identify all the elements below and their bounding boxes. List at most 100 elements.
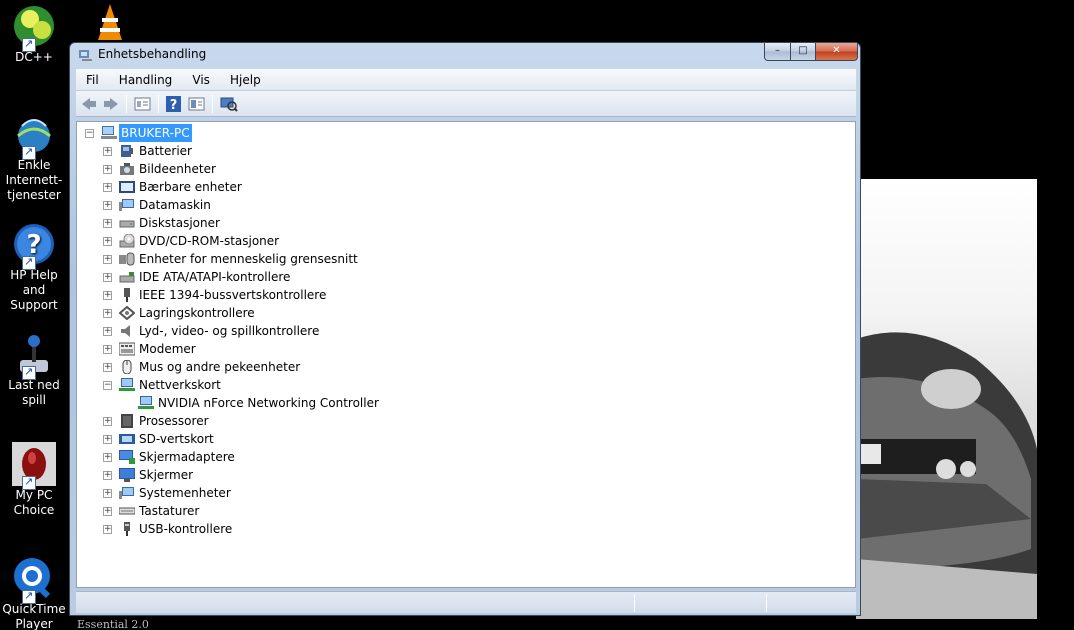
expand-toggle[interactable]: + [103,363,112,372]
ide-controller-icon [119,272,135,283]
help-icon[interactable]: ? [165,96,183,112]
tree-item-label: USB-kontrollere [139,522,233,536]
expand-toggle[interactable]: + [103,201,112,210]
tree-item-label: Enheter for menneskelig grensesnitt [139,252,358,266]
expand-toggle[interactable]: + [103,237,112,246]
tree-item-label: Nettverkskort [139,378,221,392]
maximize-button[interactable]: □ [790,43,816,61]
expand-toggle[interactable]: + [103,219,112,228]
expand-toggle[interactable]: + [103,525,112,534]
toolbar-separator [126,95,127,113]
desktop-icon-last-ned-spill[interactable]: Last ned spill [0,332,68,408]
window-title: Enhetsbehandling [98,47,207,61]
status-separator [634,594,635,612]
keyboard-icon [119,507,135,515]
expand-toggle[interactable]: + [103,489,112,498]
usb-icon [124,522,130,536]
menu-fil[interactable]: Fil [81,70,104,90]
network-adapter-icon [138,396,154,409]
tree-item-label: Lagringskontrollere [139,306,255,320]
expand-toggle[interactable]: + [103,183,112,192]
expand-toggle[interactable]: + [103,273,112,282]
tree-item-label: Tastaturer [139,504,200,518]
processor-icon [121,414,133,428]
desktop-icon-label: HP Help and Support [10,268,58,312]
expand-toggle[interactable]: + [103,471,112,480]
desktop-icon-internet-services[interactable]: Enkle Internett-tjenester [0,112,68,203]
internet-services-icon [12,112,56,160]
device-tree: − BRUKER-PC + Batterier + Bildeenheter +… [76,121,856,588]
tree-item-label: Prosessorer [139,414,209,428]
firewire-icon [124,288,130,302]
expand-toggle[interactable]: + [103,417,112,426]
expand-toggle[interactable]: + [103,291,112,300]
expand-toggle[interactable]: + [103,435,112,444]
help-icon: ? [12,222,56,270]
toolbar-separator [212,95,213,113]
scan-hardware-icon[interactable] [220,96,238,112]
menu-bar: Fil Handling Vis Hjelp [76,69,856,91]
tree-item-label: Systemenheter [139,486,231,500]
desktop-icon-label: QuickTime Player [2,602,66,630]
menu-vis[interactable]: Vis [187,70,215,90]
desktop-icon-my-pc-choice[interactable]: My PC Choice [0,442,68,518]
expand-toggle[interactable]: + [103,507,112,516]
desktop-icon-label: Enkle Internett-tjenester [5,158,63,202]
toolbar-separator [158,95,159,113]
desktop-icon-label: Last ned spill [8,378,60,407]
display-adapter-icon [119,450,135,464]
computer-icon [119,199,134,211]
mouse-icon [122,360,132,374]
dvd-icon [119,234,135,248]
menu-hjelp[interactable]: Hjelp [225,70,266,90]
disk-drive-icon [119,220,135,228]
svg-text:?: ? [170,98,178,112]
monitor-icon [119,468,135,482]
tree-item-label: Lyd-, video- og spillkontrollere [139,324,320,338]
dcpp-icon [12,4,56,52]
status-separator [766,594,767,612]
expand-toggle[interactable]: + [103,309,112,318]
close-button[interactable]: ✕ [815,43,858,61]
mouse-icon [12,442,56,490]
tree-item-label: Datamaskin [139,198,211,212]
wallpaper-car-photo [856,179,1037,619]
tree-root-label: BRUKER-PC [119,124,192,142]
desktop-icon-quicktime[interactable]: QuickTime Player [0,556,68,630]
back-icon[interactable] [80,96,98,112]
expand-toggle[interactable]: + [103,165,112,174]
expand-toggle[interactable]: + [103,147,112,156]
desktop-icon-label: DC++ [15,50,53,64]
camera-icon [120,163,134,175]
wallpaper-brand-text: Essential 2.0 [77,618,149,630]
title-bar[interactable]: Enhetsbehandling – □ ✕ [70,43,860,67]
desktop-icon-dcpp[interactable]: DC++ [0,4,68,65]
expand-toggle[interactable]: + [103,345,112,354]
collapse-toggle[interactable]: − [103,381,112,390]
forward-icon[interactable] [102,96,120,112]
device-manager-icon [79,50,92,61]
tree-item-label: SD-vertskort [139,432,214,446]
desktop-icon-label: My PC Choice [13,488,55,517]
minimize-button[interactable]: – [764,43,791,61]
desktop-icon-hp-help[interactable]: ? HP Help and Support [0,222,68,313]
tree-item-label: Batterier [139,144,192,158]
expand-toggle[interactable]: + [103,327,112,336]
tree-item-label: NVIDIA nForce Networking Controller [158,396,379,410]
modem-icon [119,342,135,356]
properties-icon[interactable] [134,96,152,112]
tree-item-label: Skjermer [139,468,194,482]
speaker-icon [121,325,130,337]
menu-handling[interactable]: Handling [114,70,178,90]
tree-item-label: Modemer [139,342,196,356]
tree-item-label: Skjermadaptere [139,450,235,464]
expand-toggle[interactable]: + [103,255,112,264]
tree-item-label: Bærbare enheter [139,180,242,194]
tree-item-label: IEEE 1394-bussvertskontrollere [139,288,327,302]
status-bar [76,591,856,613]
sd-card-icon [119,434,135,444]
system-device-icon [119,487,134,499]
expand-toggle[interactable]: + [103,453,112,462]
view-icon[interactable] [188,96,206,112]
collapse-toggle[interactable]: − [85,129,94,138]
